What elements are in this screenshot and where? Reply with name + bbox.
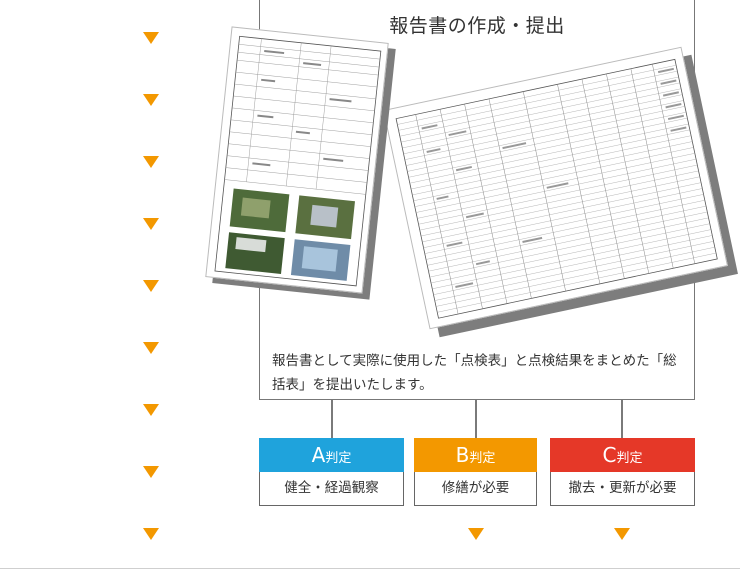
flow-arrow-icon (143, 32, 159, 44)
judgement-a-grade: A (311, 443, 326, 467)
judgement-b-box: B判定 修繕が必要 (414, 438, 537, 506)
flow-arrow-icon (143, 156, 159, 168)
judgement-b-label: 修繕が必要 (414, 472, 537, 506)
judgement-a-header: A判定 (259, 438, 404, 472)
connector-line-a (331, 400, 333, 438)
judgement-c-header: C判定 (550, 438, 695, 472)
flow-arrow-icon (143, 404, 159, 416)
connector-line-b (475, 400, 477, 438)
judgement-b-header: B判定 (414, 438, 537, 472)
flow-arrow-icon (143, 528, 159, 540)
judgement-b-grade: B (455, 443, 470, 467)
judgement-c-grade: C (602, 443, 617, 467)
connector-line-c (621, 400, 623, 438)
judgement-c-box: C判定 撤去・更新が必要 (550, 438, 695, 506)
judgement-c-suffix: 判定 (616, 451, 643, 466)
step-title: 報告書の作成・提出 (389, 15, 565, 37)
flow-arrow-icon (143, 94, 159, 106)
flow-arrow-b-icon (468, 528, 484, 540)
judgement-a-suffix: 判定 (325, 451, 352, 466)
judgement-c-label: 撤去・更新が必要 (550, 472, 695, 506)
judgement-a-box: A判定 健全・経過観察 (259, 438, 404, 506)
step-description: 報告書として実際に使用した「点検表」と点検結果をまとめた「総括表」を提出いたしま… (272, 353, 677, 393)
inspection-sheet-graphic (214, 35, 382, 287)
flow-arrow-c-icon (614, 528, 630, 540)
flow-arrow-icon (143, 342, 159, 354)
flow-arrow-icon (143, 466, 159, 478)
flow-arrow-icon (143, 218, 159, 230)
judgement-b-suffix: 判定 (469, 451, 496, 466)
judgement-a-label: 健全・経過観察 (259, 472, 404, 506)
flow-arrow-icon (143, 280, 159, 292)
inspection-sheet-image (205, 26, 389, 294)
